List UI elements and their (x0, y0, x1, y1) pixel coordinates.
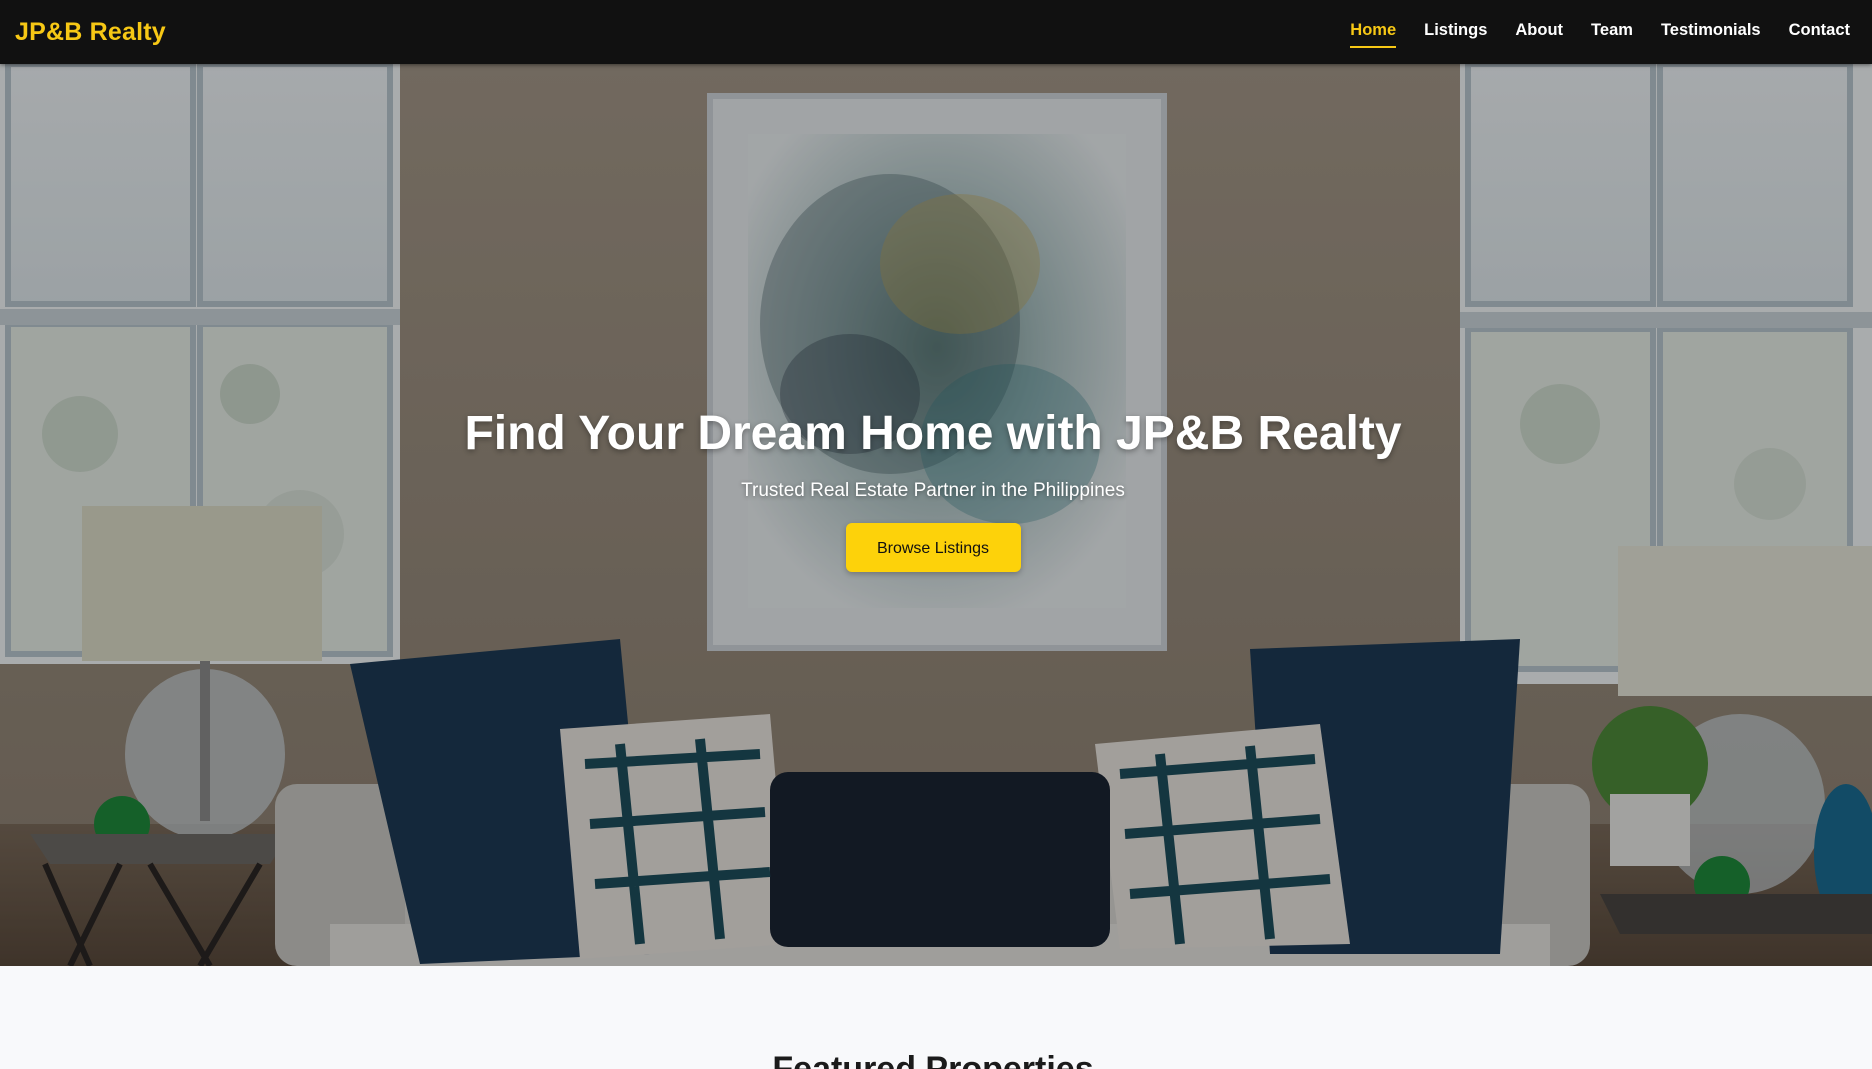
brand-logo[interactable]: JP&B Realty (15, 18, 166, 47)
hero-subtitle: Trusted Real Estate Partner in the Phili… (741, 480, 1125, 502)
hero-title: Find Your Dream Home with JP&B Realty (464, 407, 1402, 460)
nav-link-about[interactable]: About (1515, 17, 1563, 48)
featured-properties-section: Featured Properties (0, 966, 1872, 1069)
nav-links: Home Listings About Team Testimonials Co… (1350, 17, 1850, 48)
nav-link-contact[interactable]: Contact (1789, 17, 1850, 48)
hero-content: Find Your Dream Home with JP&B Realty Tr… (0, 406, 1866, 572)
browse-listings-button[interactable]: Browse Listings (845, 522, 1021, 572)
hero-section: Find Your Dream Home with JP&B Realty Tr… (0, 64, 1872, 966)
nav-link-home[interactable]: Home (1350, 17, 1397, 48)
nav-link-listings[interactable]: Listings (1424, 17, 1487, 48)
nav-link-testimonials[interactable]: Testimonials (1661, 17, 1761, 48)
navbar: JP&B Realty Home Listings About Team Tes… (0, 0, 1872, 64)
nav-link-team[interactable]: Team (1591, 17, 1633, 48)
featured-properties-title: Featured Properties (772, 1050, 1094, 1069)
